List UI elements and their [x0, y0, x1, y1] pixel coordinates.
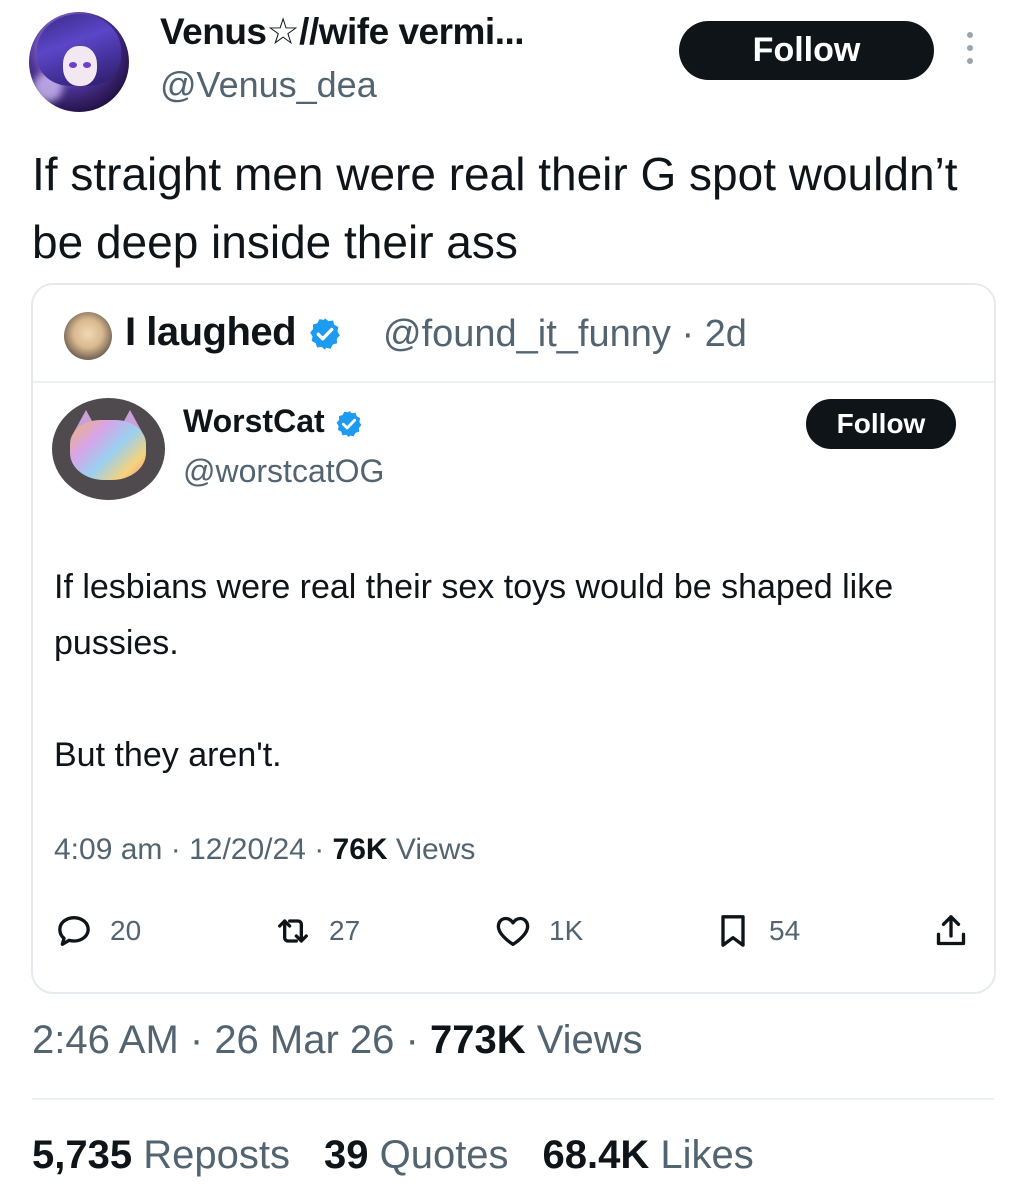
- inner-tweet-text: If lesbians were real their sex toys wou…: [54, 559, 954, 839]
- inner-author-handle: @worstcatOG: [183, 453, 385, 489]
- inner-time: 4:09 am: [54, 833, 163, 866]
- quote-handle[interactable]: @found_it_funny: [383, 313, 671, 355]
- quotes-count: 39: [323, 1133, 369, 1177]
- quote-age: · 2d: [670, 313, 747, 355]
- quoted-screenshot: WorstCat @worstcatOG Follow If lesbians …: [33, 383, 994, 992]
- inner-reply-action: 20: [54, 911, 141, 951]
- repost-icon: [278, 919, 308, 943]
- author-display-name[interactable]: Venus☆//wife vermi...: [160, 10, 525, 53]
- timestamp-separator: ·: [394, 1018, 430, 1062]
- quotes-stat[interactable]: 39 Quotes: [324, 1133, 509, 1178]
- inner-like-action: 1K: [493, 911, 583, 951]
- inner-paragraph-1: If lesbians were real their sex toys wou…: [54, 568, 894, 662]
- quote-card[interactable]: I laughed @found_it_funny · 2d WorstCat …: [31, 283, 996, 994]
- tweet-views-count: 773K: [429, 1018, 526, 1062]
- tweet-time: 2:46 AM: [32, 1018, 179, 1062]
- quote-meta: @found_it_funny · 2d: [383, 313, 747, 356]
- likes-label: Likes: [649, 1133, 754, 1177]
- tweet-text: If straight men were real their G spot w…: [32, 148, 958, 268]
- quote-author-name[interactable]: I laughed: [125, 310, 343, 355]
- reposts-count: 5,735: [32, 1133, 133, 1177]
- inner-reply-count: 20: [110, 915, 142, 946]
- inner-share-action: [931, 911, 971, 951]
- inner-author-name: WorstCat: [183, 403, 364, 440]
- inner-meta: 4:09 am · 12/20/24 · 76K Views: [54, 833, 476, 866]
- tweet-date: 26 Mar 26: [214, 1018, 395, 1062]
- inner-avatar: [52, 398, 165, 500]
- verified-badge-icon: [309, 318, 340, 351]
- inner-follow-button: Follow: [806, 399, 956, 449]
- inner-views-count: 76K: [332, 833, 388, 866]
- inner-bookmark-action: 54: [713, 911, 800, 951]
- reposts-label: Reposts: [132, 1133, 290, 1177]
- more-icon[interactable]: [962, 32, 978, 72]
- quote-author-name-text: I laughed: [125, 310, 297, 354]
- tweet-views-label: Views: [525, 1018, 643, 1062]
- bookmark-icon: [721, 915, 745, 947]
- inner-paragraph-2: But they aren't.: [54, 736, 282, 774]
- inner-repost-action: 27: [273, 911, 360, 951]
- reply-icon: [58, 916, 90, 946]
- follow-button[interactable]: Follow: [679, 21, 934, 80]
- inner-repost-count: 27: [329, 915, 361, 946]
- timestamp-separator: ·: [178, 1018, 215, 1062]
- inner-date: 12/20/24: [189, 833, 306, 866]
- like-icon: [496, 916, 530, 946]
- tweet-timestamp[interactable]: 2:46 AM · 26 Mar 26 · 773K Views: [32, 1018, 643, 1063]
- quotes-label: Quotes: [368, 1133, 509, 1177]
- quote-avatar[interactable]: [64, 312, 112, 360]
- likes-stat[interactable]: 68.4K Likes: [543, 1133, 754, 1178]
- likes-count: 68.4K: [542, 1133, 650, 1177]
- inner-bookmark-count: 54: [769, 915, 801, 946]
- inner-author-name-text: WorstCat: [183, 403, 325, 439]
- inner-views-label: Views: [387, 833, 476, 866]
- author-handle[interactable]: @Venus_dea: [160, 64, 377, 106]
- inner-like-count: 1K: [549, 915, 584, 946]
- engagement-stats: 5,735 Reposts 39 Quotes 68.4K Likes: [32, 1133, 754, 1178]
- reposts-stat[interactable]: 5,735 Reposts: [32, 1133, 290, 1178]
- author-avatar[interactable]: [29, 12, 129, 112]
- share-icon: [936, 915, 966, 946]
- divider: [32, 1098, 994, 1100]
- verified-badge-icon: [336, 410, 361, 437]
- quote-header: I laughed @found_it_funny · 2d: [33, 285, 994, 383]
